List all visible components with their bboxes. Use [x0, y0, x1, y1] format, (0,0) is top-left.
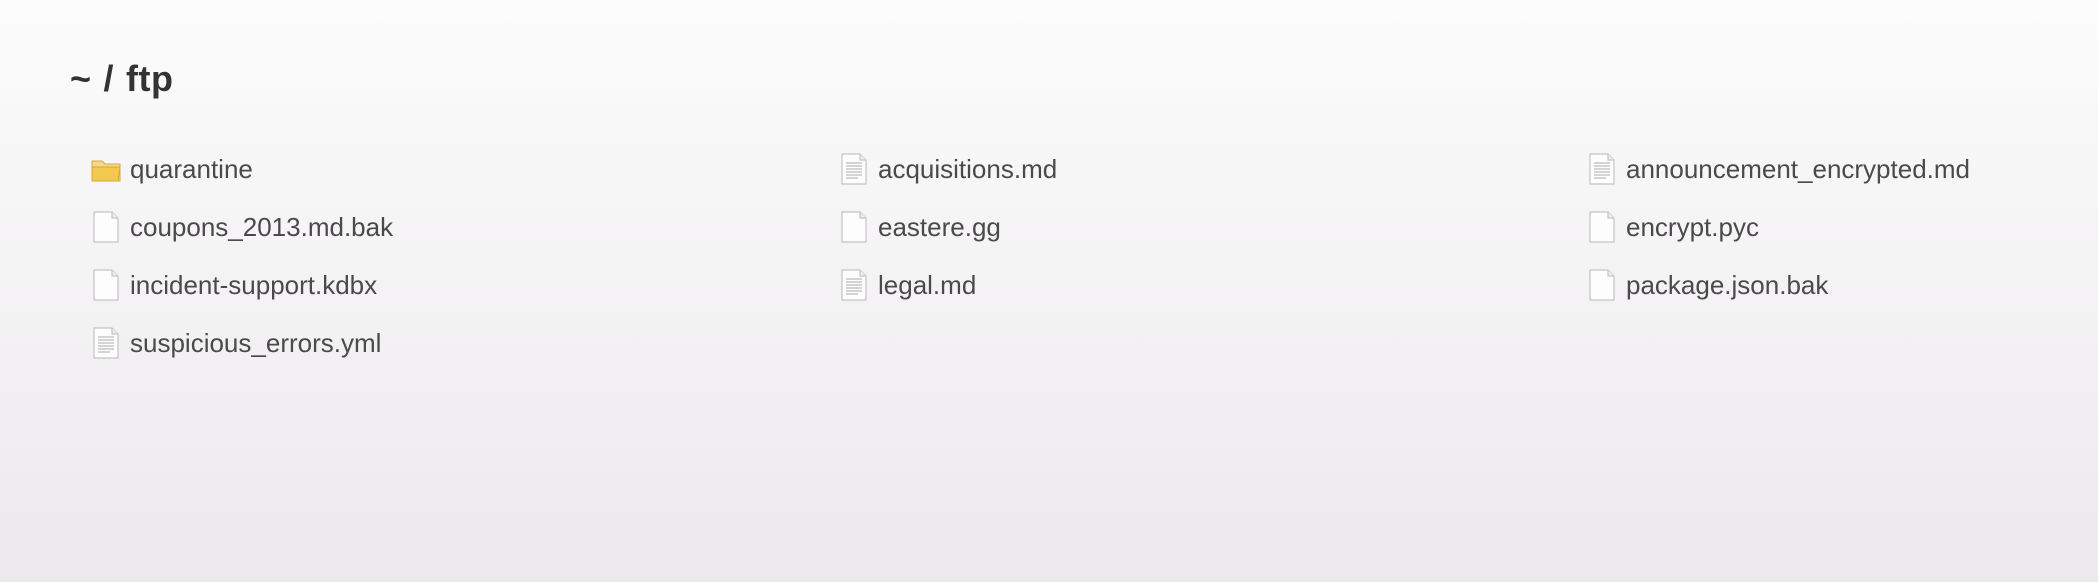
folder-icon: [90, 153, 122, 185]
file-entry-acquisitions-md[interactable]: acquisitions.md: [838, 140, 1586, 198]
breadcrumb-current: ftp: [126, 58, 174, 99]
file-icon: [90, 211, 122, 243]
file-name: announcement_encrypted.md: [1626, 154, 1971, 184]
breadcrumb-home[interactable]: ~: [70, 58, 92, 99]
file-name: package.json.bak: [1626, 270, 1829, 300]
text-file-icon: [90, 327, 122, 359]
text-file-icon: [838, 269, 870, 301]
file-name: incident-support.kdbx: [130, 270, 378, 300]
breadcrumb: ~ / ftp: [70, 58, 174, 100]
file-name: suspicious_errors.yml: [130, 328, 382, 358]
file-name: legal.md: [878, 270, 977, 300]
file-icon: [1586, 269, 1618, 301]
file-name: coupons_2013.md.bak: [130, 212, 394, 242]
file-entry-suspicious-errors-yml[interactable]: suspicious_errors.yml: [90, 314, 838, 372]
file-entry-encrypt-pyc[interactable]: encrypt.pyc: [1586, 198, 2070, 256]
file-name: encrypt.pyc: [1626, 212, 1759, 242]
breadcrumb-separator: /: [103, 58, 115, 99]
file-list: quarantine acquisitions.md announcement_…: [90, 140, 2070, 372]
text-file-icon: [838, 153, 870, 185]
file-entry-quarantine[interactable]: quarantine: [90, 140, 838, 198]
file-entry-eastere-gg[interactable]: eastere.gg: [838, 198, 1586, 256]
file-icon: [838, 211, 870, 243]
file-entry-incident-support-kdbx[interactable]: incident-support.kdbx: [90, 256, 838, 314]
file-icon: [1586, 211, 1618, 243]
directory-listing-page: ~ / ftp quarantine acquisitions.md annou…: [0, 0, 2098, 582]
file-name: acquisitions.md: [878, 154, 1058, 184]
file-entry-announcement-encrypted-md[interactable]: announcement_encrypted.md: [1586, 140, 2070, 198]
file-entry-coupons-2013-md-bak[interactable]: coupons_2013.md.bak: [90, 198, 838, 256]
file-name: quarantine: [130, 154, 253, 184]
file-entry-package-json-bak[interactable]: package.json.bak: [1586, 256, 2070, 314]
file-name: eastere.gg: [878, 212, 1001, 242]
text-file-icon: [1586, 153, 1618, 185]
file-icon: [90, 269, 122, 301]
file-entry-legal-md[interactable]: legal.md: [838, 256, 1586, 314]
